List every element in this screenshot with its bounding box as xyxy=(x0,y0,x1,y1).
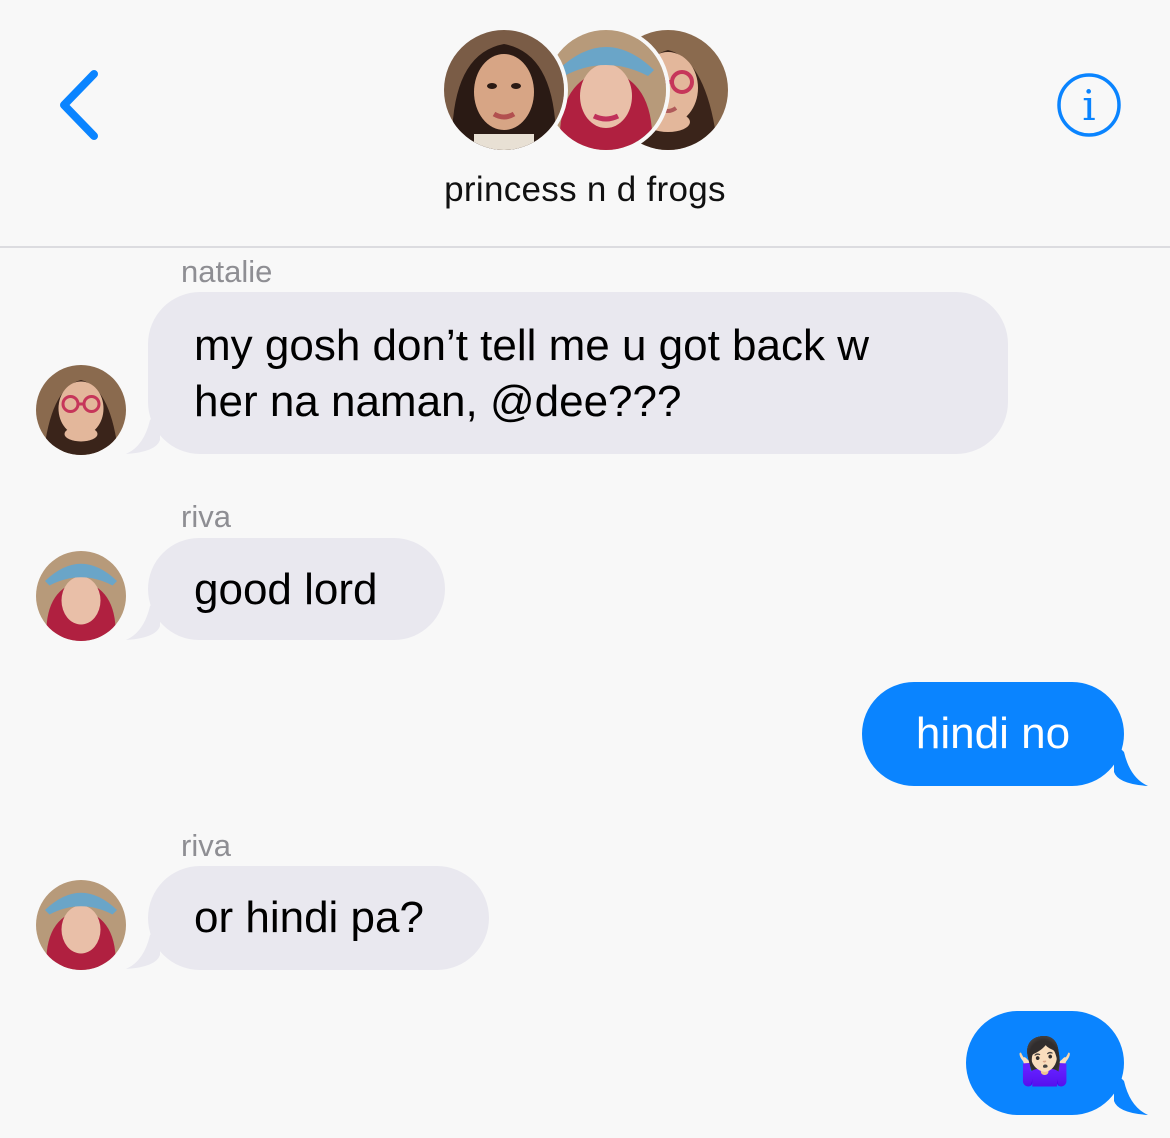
avatar-natalie[interactable] xyxy=(36,365,126,455)
conversation-header: princess n d frogs i xyxy=(0,0,1170,248)
group-title[interactable]: princess n d frogs xyxy=(0,170,1170,210)
message-bubble-outgoing[interactable]: hindi no xyxy=(862,682,1124,786)
message-bubble-incoming[interactable]: or hindi pa? xyxy=(148,866,489,970)
back-button[interactable] xyxy=(50,62,120,152)
message-text: or hindi pa? xyxy=(194,893,424,942)
sender-name: natalie xyxy=(181,254,273,289)
chevron-left-icon xyxy=(60,70,98,140)
message-text-line: my gosh don’t tell me u got back w xyxy=(194,321,869,370)
avatar-member-dee xyxy=(440,26,568,154)
avatar-riva[interactable] xyxy=(36,880,126,970)
info-circle-icon: i xyxy=(1057,73,1121,137)
message-bubble-outgoing[interactable]: 🤷🏻‍♀️ xyxy=(966,1011,1124,1115)
bubble-tail xyxy=(1114,1071,1148,1115)
sender-name: riva xyxy=(181,499,231,534)
svg-text:i: i xyxy=(1082,81,1095,130)
message-bubble-incoming[interactable]: good lord xyxy=(148,538,445,640)
message-bubble-incoming[interactable]: my gosh don’t tell me u got back w her n… xyxy=(148,292,1008,454)
bubble-tail xyxy=(1114,742,1148,786)
message-text: good lord xyxy=(194,565,378,614)
info-button[interactable]: i xyxy=(1054,70,1124,140)
avatar-riva[interactable] xyxy=(36,551,126,641)
message-text-line: her na naman, @dee??? xyxy=(194,377,682,426)
person-shrugging-emoji: 🤷🏻‍♀️ xyxy=(1016,1035,1074,1087)
group-avatars[interactable] xyxy=(440,26,740,154)
sender-name: riva xyxy=(181,828,231,863)
message-text: hindi no xyxy=(915,709,1071,758)
